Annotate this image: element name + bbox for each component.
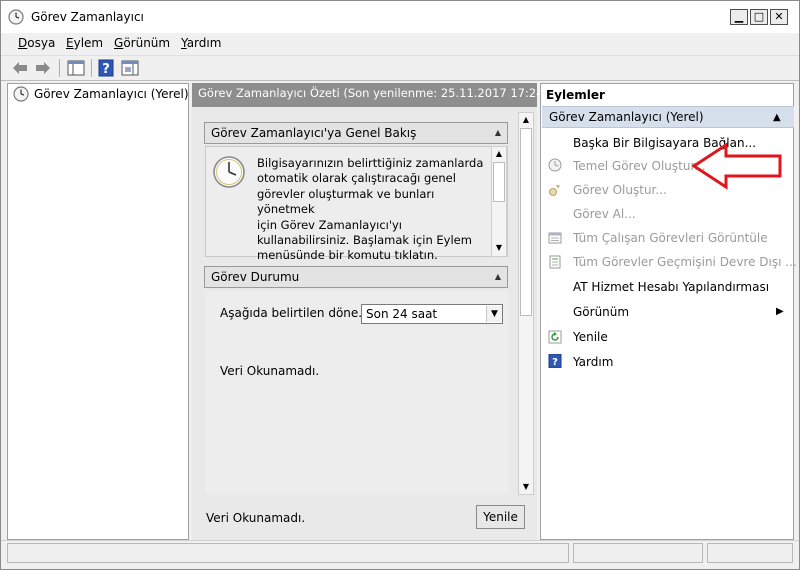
scroll-thumb[interactable]	[493, 162, 505, 202]
menu-help[interactable]: Yardım	[181, 36, 221, 50]
status-section-title: Görev Durumu	[211, 270, 300, 284]
close-button[interactable]: ✕	[770, 9, 788, 25]
period-label: Aşağıda belirtilen döne...	[220, 306, 370, 320]
action-label: Görev Oluştur...	[573, 183, 667, 197]
running-tasks-icon	[548, 232, 562, 244]
toolbar-separator	[91, 59, 92, 77]
period-select-value: Son 24 saat	[366, 307, 438, 321]
console-tree	[7, 83, 189, 540]
action-label: Yardım	[573, 355, 614, 369]
minimize-button[interactable]: ▁	[730, 9, 748, 25]
help-icon: ?	[548, 354, 562, 368]
clock-icon	[213, 156, 245, 188]
scroll-down-icon[interactable]: ▼	[492, 241, 506, 255]
close-icon: ✕	[774, 10, 784, 23]
menu-view[interactable]: Görünüm	[114, 36, 170, 50]
help-icon[interactable]: ?	[96, 58, 116, 78]
refresh-icon	[548, 330, 562, 344]
annotation-arrow-icon	[692, 142, 782, 190]
tree-item-root[interactable]: Görev Zamanlayıcı (Yerel)	[34, 87, 189, 101]
action-label: AT Hizmet Hesabı Yapılandırması	[573, 280, 770, 294]
action-label: Tüm Çalışan Görevleri Görüntüle	[573, 231, 768, 245]
basic-task-icon	[548, 158, 562, 172]
action-label: Temel Görev Oluştur...	[573, 159, 706, 173]
menu-file[interactable]: Dosya	[18, 36, 55, 50]
scroll-thumb[interactable]	[520, 128, 532, 316]
action-label: Tüm Görevler Geçmişini Devre Dışı ...	[573, 255, 797, 269]
svg-text:?: ?	[552, 357, 558, 368]
status-cell	[707, 543, 793, 563]
forward-arrow-icon[interactable]	[33, 58, 53, 78]
create-task-icon	[549, 185, 560, 196]
action-label: Görünüm	[573, 305, 630, 319]
show-tree-icon[interactable]	[66, 58, 86, 78]
chevron-right-icon: ▶	[776, 306, 784, 317]
menu-action[interactable]: Eylem	[66, 36, 103, 50]
refresh-button[interactable]: Yenile	[476, 505, 525, 529]
clock-icon	[8, 9, 24, 25]
minimize-icon: ▁	[734, 10, 744, 23]
scroll-up-icon[interactable]: ▲	[519, 113, 533, 127]
status-cell	[573, 543, 703, 563]
back-arrow-icon[interactable]	[10, 58, 30, 78]
scroll-down-icon[interactable]: ▼	[519, 480, 533, 494]
summary-title: Görev Zamanlayıcı Özeti (Son yenilenme: …	[198, 86, 571, 100]
actions-group-label: Görev Zamanlayıcı (Yerel)	[549, 110, 704, 124]
maximize-button[interactable]: □	[750, 9, 768, 25]
collapse-icon[interactable]: ▲	[492, 128, 504, 138]
clock-icon	[13, 86, 29, 102]
scroll-up-icon[interactable]: ▲	[492, 147, 506, 161]
status-cell	[7, 543, 569, 563]
history-icon	[549, 255, 561, 269]
actions-title: Eylemler	[546, 88, 605, 102]
status-empty-text: Veri Okunamadı.	[220, 364, 320, 378]
collapse-icon[interactable]: ▲	[773, 112, 781, 123]
action-label: Yenile	[573, 330, 608, 344]
toolbar-separator	[59, 59, 60, 77]
footer-text: Veri Okunamadı.	[206, 511, 306, 525]
collapse-icon[interactable]: ▲	[492, 272, 504, 282]
overview-section-title: Görev Zamanlayıcı'ya Genel Bakış	[211, 126, 417, 140]
chevron-down-icon[interactable]: ▼	[486, 306, 502, 322]
overview-text: Bilgisayarınızın belirttiğiniz zamanlard…	[257, 156, 484, 263]
action-label: Görev Al...	[573, 207, 636, 221]
show-action-pane-icon[interactable]	[120, 58, 140, 78]
maximize-icon: □	[753, 10, 765, 23]
svg-text:?: ?	[102, 62, 110, 77]
window-title: Görev Zamanlayıcı	[31, 10, 144, 24]
